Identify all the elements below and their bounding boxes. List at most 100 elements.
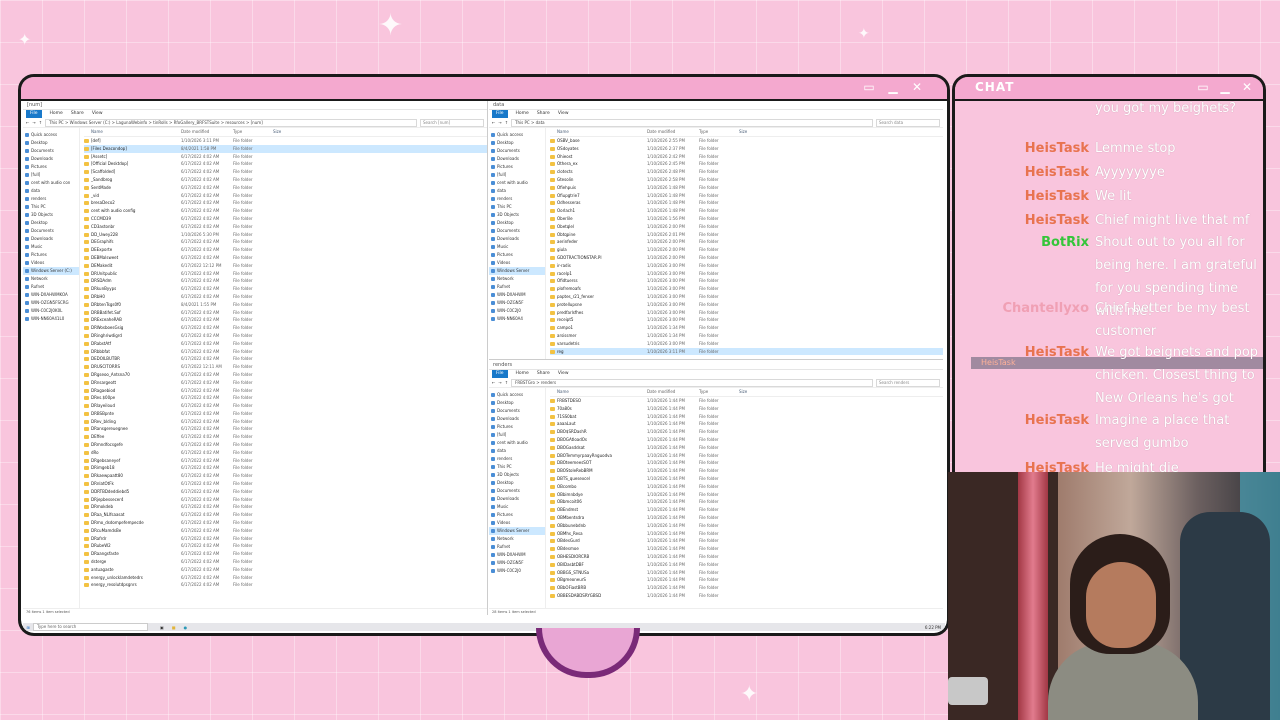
file-row[interactable]: SentMade 6/17/2022 4:02 AM File folder	[84, 184, 487, 192]
nav-item[interactable]: Documents	[489, 407, 545, 415]
file-row[interactable]: [Files Deacondop] 8/4/2021 1:58 PM File fo…	[84, 144, 487, 153]
chat-username[interactable]: Chantellyxo	[955, 297, 1095, 320]
nav-item[interactable]: cent with audio	[489, 439, 545, 447]
file-row[interactable]: DRBSBpnte 6/17/2022 4:02 AM File folder	[84, 410, 487, 418]
file-row[interactable]: Ofiehpuis 1/10/2026 1:48 PM File folder	[550, 184, 943, 192]
nav-item[interactable]: Pictures	[23, 251, 79, 259]
file-row[interactable]: DRUSCITORRS 6/17/2022 12:11 AM File folder	[84, 363, 487, 371]
file-row[interactable]: Oorlach1 1/10/2026 1:48 PM File folder	[550, 207, 943, 215]
file-row[interactable]: Oberlile 1/10/2026 1:56 PM File folder	[550, 215, 943, 223]
chat-username[interactable]: BotRix	[955, 231, 1095, 254]
file-row[interactable]: varsudetris 1/10/2026 3:00 PM File folder	[550, 340, 943, 348]
search-input[interactable]: Search data	[876, 118, 940, 127]
file-row[interactable]: Odhesseras 1/10/2026 1:48 PM File folder	[550, 199, 943, 207]
ribbon-tab-file[interactable]: File	[492, 370, 508, 378]
nav-item[interactable]: Desktop	[489, 219, 545, 227]
nav-item[interactable]: Documents	[489, 227, 545, 235]
file-row[interactable]: DRSDAdm 6/17/2022 4:02 AM File folder	[84, 277, 487, 285]
file-row[interactable]: DRUnitpublic 6/17/2022 4:02 AM File folder	[84, 270, 487, 278]
address-bar[interactable]: FRBSTGro > renders	[511, 378, 873, 387]
column-header[interactable]: Size	[739, 388, 747, 396]
file-row[interactable]: campo1 1/10/2026 1:34 PM File folder	[550, 324, 943, 332]
file-row[interactable]: DRBBatifet.Sof 6/17/2022 4:02 AM File fold…	[84, 309, 487, 317]
file-row[interactable]: OBcombo 1/10/2026 1:44 PM File folder	[550, 483, 943, 491]
search-input[interactable]: Search [num]	[420, 118, 484, 127]
nav-item[interactable]: Documents	[489, 147, 545, 155]
file-row[interactable]: DRcuMamdsBe 6/17/2022 4:02 AM File folder	[84, 527, 487, 535]
nav-item[interactable]: Downloads	[489, 235, 545, 243]
chat-username[interactable]: HeisTask	[955, 209, 1095, 232]
nav-item[interactable]: Pictures	[23, 163, 79, 171]
nav-item[interactable]: Pictures	[489, 251, 545, 259]
nav-item[interactable]: Downloads	[23, 235, 79, 243]
nav-item[interactable]: Desktop	[23, 139, 79, 147]
file-row[interactable]: [Assetc] 6/17/2022 4:02 AM File folder	[84, 153, 487, 161]
back-icon[interactable]: ←	[492, 120, 495, 125]
nav-item[interactable]: WIN-NN60A4	[489, 315, 545, 323]
file-row[interactable]: DBOTemmyrpaayRnguodva 1/10/2026 1:44 PM Fi…	[550, 452, 943, 460]
nav-item[interactable]: data	[489, 187, 545, 195]
windows-start-icon[interactable]: ⊞	[23, 625, 33, 630]
chat-username[interactable]: HeisTask	[955, 161, 1095, 184]
file-row[interactable]: Obetqlel 1/10/2026 2:00 PM File folder	[550, 223, 943, 231]
file-row[interactable]: giula 1/10/2026 2:00 PM File folder	[550, 246, 943, 254]
nav-item[interactable]: Windows Server	[489, 527, 545, 535]
file-row[interactable]: OBlDasbtDBF 1/10/2026 1:44 PM File folder	[550, 561, 943, 569]
file-row[interactable]: DRbH0 6/17/2022 4:02 AM File folder	[84, 293, 487, 301]
nav-item[interactable]: Quick access	[489, 131, 545, 139]
file-row[interactable]: DRlayeiloud 6/17/2022 4:02 AM File folder	[84, 402, 487, 410]
file-row[interactable]: DEBMalsweet 6/17/2022 4:02 AM File folder	[84, 254, 487, 262]
file-row[interactable]: cent with audio config 6/17/2022 4:02 AM F…	[84, 207, 487, 215]
file-row[interactable]: 71SS0bat 1/10/2026 1:44 PM File folder	[550, 413, 943, 421]
file-row[interactable]: antuagaste 6/17/2022 4:02 AM File folder	[84, 566, 487, 574]
file-row[interactable]: DDRTBDdeddiebd5 6/17/2022 4:02 AM File fol…	[84, 488, 487, 496]
file-row[interactable]: Obtqpine 1/10/2026 2:01 PM File folder	[550, 231, 943, 239]
file-row[interactable]: OBHESDIORCRB 1/10/2026 1:44 PM File folder	[550, 553, 943, 561]
nav-item[interactable]: Network	[489, 535, 545, 543]
nav-item[interactable]: Windows Server	[489, 267, 545, 275]
up-icon[interactable]: ↑	[505, 120, 508, 125]
address-bar[interactable]: This PC > Windows Server (C:) > LagunaWe…	[45, 118, 417, 127]
file-row[interactable]: OBbmcoit06 1/10/2026 1:44 PM File folder	[550, 498, 943, 506]
file-row[interactable]: _vid 6/17/2022 4:02 AM File folder	[84, 192, 487, 200]
file-row[interactable]: reg 1/10/2026 3:11 PM File folder	[550, 347, 943, 356]
file-row[interactable]: aerinfeder 1/10/2026 2:00 PM File folder	[550, 238, 943, 246]
nav-item[interactable]: Windows Server (C:)	[23, 267, 79, 275]
file-row[interactable]: OBdesmoe 1/10/2026 1:44 PM File folder	[550, 545, 943, 553]
file-row[interactable]: receipt5 1/10/2026 3:00 PM File folder	[550, 316, 943, 324]
nav-item[interactable]: renders	[489, 195, 545, 203]
file-row[interactable]: DBTS_quesexcel 1/10/2026 1:44 PM File fold…	[550, 475, 943, 483]
ribbon-tab-view[interactable]: View	[558, 110, 569, 118]
ribbon-tab-home[interactable]: Home	[50, 110, 63, 118]
file-row[interactable]: Ofiupgtrie7 1/10/2026 1:48 PM File folder	[550, 192, 943, 200]
ribbon-tab-view[interactable]: View	[92, 110, 103, 118]
nav-item[interactable]: data	[23, 187, 79, 195]
column-header[interactable]: Name	[550, 128, 647, 136]
nav-item[interactable]: This PC	[489, 463, 545, 471]
up-icon[interactable]: ↑	[505, 380, 508, 385]
file-row[interactable]: plofremoafs 1/10/2026 3:00 PM File folder	[550, 285, 943, 293]
nav-item[interactable]: Documents	[23, 227, 79, 235]
column-header[interactable]: Size	[273, 128, 281, 136]
file-row[interactable]: OBEndmst 1/10/2026 1:44 PM File folder	[550, 506, 943, 514]
file-row[interactable]: DRafrdr 6/17/2022 4:02 AM File folder	[84, 535, 487, 543]
file-row[interactable]: paptes_r21_fenser 1/10/2026 3:00 PM File f…	[550, 293, 943, 301]
nav-item[interactable]: WIN-OZGN5F	[489, 559, 545, 567]
nav-item[interactable]: Desktop	[489, 139, 545, 147]
nav-item[interactable]: Quick access	[489, 391, 545, 399]
file-row[interactable]: DRabstAtf 6/17/2022 4:02 AM File folder	[84, 340, 487, 348]
nav-item[interactable]: Rufnet	[489, 543, 545, 551]
nav-item[interactable]: Rufnet	[489, 283, 545, 291]
nav-item[interactable]: This PC	[23, 203, 79, 211]
file-row[interactable]: _Sandbrog 6/17/2022 4:02 AM File folder	[84, 176, 487, 184]
up-icon[interactable]: ↑	[39, 120, 42, 125]
file-row[interactable]: OBbOFiastBRB 1/10/2026 1:44 PM File folder	[550, 584, 943, 592]
file-row[interactable]: DEGraphifs 6/17/2022 4:02 AM File folder	[84, 238, 487, 246]
taskbar-search-input[interactable]: Type here to search	[33, 623, 148, 631]
file-row[interactable]: OBbimnbdye 1/10/2026 1:44 PM File folder	[550, 491, 943, 499]
file-row[interactable]: dsterge 6/17/2022 4:02 AM File folder	[84, 558, 487, 566]
file-row[interactable]: DRExceaheRAB 6/17/2022 4:02 AM File folder	[84, 316, 487, 324]
file-row[interactable]: DBO$SRDashR 1/10/2026 1:44 PM File folder	[550, 428, 943, 436]
file-row[interactable]: DEDOILBUTBR 6/17/2022 4:02 AM File folder	[84, 355, 487, 363]
forward-icon[interactable]: →	[32, 120, 35, 125]
